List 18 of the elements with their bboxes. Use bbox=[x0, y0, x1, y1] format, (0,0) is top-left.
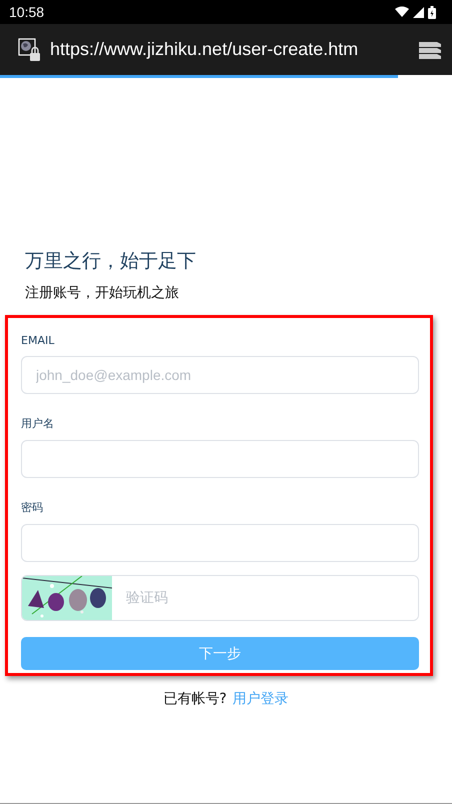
clock: 10:58 bbox=[9, 4, 44, 20]
input-field[interactable] bbox=[21, 440, 419, 478]
field-label: 用户名 bbox=[21, 416, 54, 431]
page-subtitle: 注册账号，开始玩机之旅 bbox=[25, 284, 180, 302]
field-label: EMAIL bbox=[21, 334, 54, 347]
secure-site-icon[interactable] bbox=[18, 38, 42, 62]
input-field[interactable]: john_doe@example.com bbox=[21, 356, 419, 394]
wifi-icon bbox=[395, 6, 409, 18]
field-label: 密码 bbox=[21, 500, 43, 515]
captcha-field[interactable]: 验证码 bbox=[21, 575, 419, 621]
input-field[interactable] bbox=[21, 524, 419, 562]
next-step-button[interactable]: 下一步 bbox=[21, 637, 419, 670]
signal-icon bbox=[413, 6, 424, 18]
login-link[interactable]: 用户登录 bbox=[232, 690, 289, 708]
page-title: 万里之行，始于足下 bbox=[25, 249, 197, 274]
login-prompt: 已有帐号? bbox=[163, 690, 227, 708]
tabs-icon[interactable] bbox=[418, 40, 442, 60]
battery-icon bbox=[428, 6, 436, 18]
